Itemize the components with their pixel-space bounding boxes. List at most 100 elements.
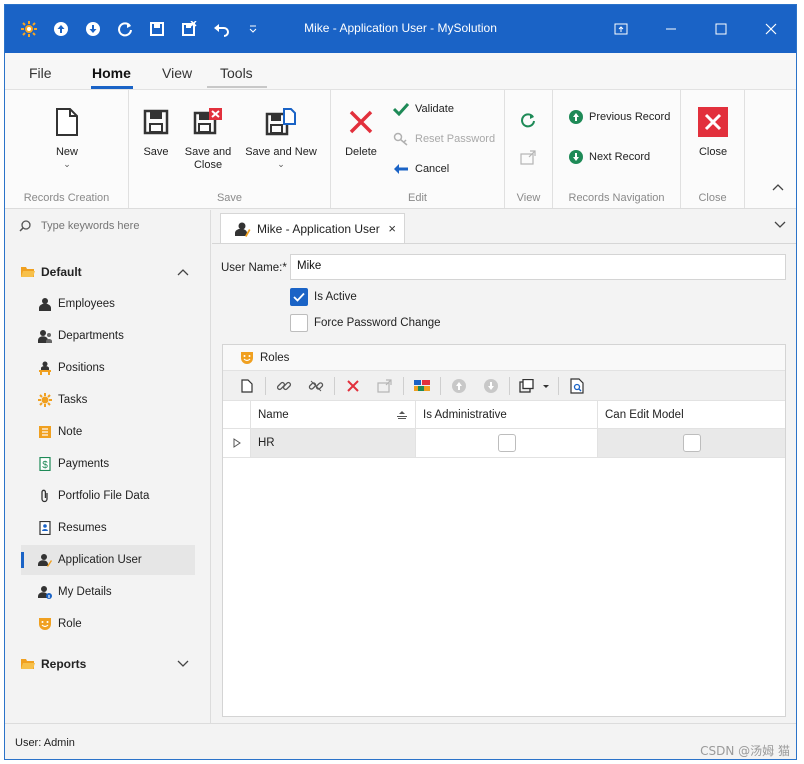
user-name-field[interactable]: Mike [290,254,786,280]
folder-open-icon [21,267,35,277]
delete-button[interactable]: Delete [341,104,381,159]
is-administrative-checkbox[interactable] [497,434,516,452]
sidebar-item-departments[interactable]: Departments [21,321,195,351]
tab-home[interactable]: Home [92,65,131,81]
save-label: Save [143,146,169,158]
restore-layout-icon[interactable] [596,5,646,53]
close-window-icon[interactable] [746,5,796,53]
search-input[interactable] [41,220,191,232]
sidebar-item-label: Positions [58,362,105,374]
force-password-change-checkbox[interactable]: Force Password Change [290,314,441,332]
save-and-new-dropdown-icon[interactable]: ⌄ [243,159,319,170]
current-user-status: User: Admin [15,737,75,749]
column-header-can-edit-model[interactable]: Can Edit Model [598,401,785,428]
previous-record-icon [569,110,583,124]
sidebar-item-label: Departments [58,330,124,342]
save-and-new-button[interactable]: Save and New ⌄ [243,104,319,170]
tab-view[interactable]: View [162,65,192,81]
active-item-indicator [21,552,24,568]
nav-group-reports[interactable]: Reports [21,657,86,671]
next-record-button[interactable]: Next Record [569,150,650,164]
previous-record-button[interactable]: Previous Record [569,110,670,124]
move-up-icon[interactable] [443,372,475,400]
table-row[interactable]: HR [223,429,785,458]
tab-strip-border [212,243,796,244]
column-header-is-administrative[interactable]: Is Administrative [416,401,598,428]
sidebar-item-note[interactable]: Note [21,417,195,447]
department-icon [38,329,52,343]
new-label: New [55,146,78,158]
note-icon [38,425,52,439]
sidebar-item-portfolio-file-data[interactable]: Portfolio File Data [21,481,195,511]
group-by-icon[interactable] [406,372,438,400]
user-name-label: User Name:* [221,262,287,274]
maximize-icon[interactable] [696,5,746,53]
close-button[interactable]: Close [693,104,733,159]
save-and-close-button[interactable]: Save and Close [183,104,233,172]
document-tab[interactable]: Mike - Application User × [220,213,405,243]
move-down-icon[interactable] [475,372,507,400]
sidebar-item-tasks[interactable]: Tasks [21,385,195,415]
key-icon [393,132,408,146]
tab-tools[interactable]: Tools [220,65,253,81]
toolbar-separator [440,376,441,395]
save-button[interactable]: Save [139,104,173,159]
cell-can-edit-model[interactable] [598,429,785,457]
task-icon [38,393,52,407]
sidebar-item-application-user[interactable]: Application User [21,545,195,575]
delete-role-icon[interactable] [337,372,369,400]
reset-password-button[interactable]: Reset Password [393,132,495,146]
show-in-popup-role-icon[interactable] [369,372,401,400]
sidebar-item-resumes[interactable]: Resumes [21,513,195,543]
cell-name[interactable]: HR [251,429,416,457]
sidebar-item-employees[interactable]: Employees [21,289,195,319]
new-button[interactable]: New ⌄ [41,104,93,170]
is-active-checkbox[interactable]: Is Active [290,288,357,306]
delete-label: Delete [345,146,377,158]
svg-text:$: $ [42,460,48,471]
sidebar-item-positions[interactable]: Positions [21,353,195,383]
print-preview-icon[interactable] [561,372,593,400]
navigation-sidebar: Default Employees Departments Positions … [5,210,211,723]
refresh-icon[interactable] [520,112,536,131]
column-header-name[interactable]: Name [251,401,416,428]
minimize-icon[interactable] [646,5,696,53]
next-record-label: Next Record [589,151,651,163]
can-edit-model-checkbox[interactable] [682,434,701,452]
row-expand-icon[interactable] [223,429,251,457]
link-icon[interactable] [268,372,300,400]
paperclip-icon [38,489,52,503]
toolbar-separator [558,376,559,395]
export-icon[interactable] [512,372,556,400]
resume-icon [38,521,52,535]
sidebar-item-label: Tasks [58,394,88,406]
tab-list-dropdown-icon[interactable] [774,220,786,232]
sidebar-item-my-details[interactable]: My Details [21,577,195,607]
toolbar-separator [403,376,404,395]
save-and-close-label-line1: Save and [184,146,232,158]
cell-is-administrative[interactable] [416,429,598,457]
sidebar-item-payments[interactable]: $ Payments [21,449,195,479]
collapse-default-group-icon[interactable] [177,265,189,279]
close-tab-icon[interactable]: × [388,221,396,236]
close-group-label: Close [698,192,727,204]
application-user-icon [235,222,251,237]
unlink-icon[interactable] [300,372,332,400]
nav-group-default[interactable]: Default [21,265,82,279]
payment-icon: $ [38,457,52,471]
is-active-check-box[interactable] [290,288,308,306]
tab-file[interactable]: File [29,65,52,81]
show-in-popup-icon[interactable] [520,150,536,169]
new-role-icon[interactable] [231,372,263,400]
cancel-button[interactable]: Cancel [393,162,449,176]
expand-reports-group-icon[interactable] [177,657,189,671]
detail-view: Mike - Application User × User Name:* Mi… [212,210,796,723]
collapse-ribbon-icon[interactable] [772,182,784,194]
validate-button[interactable]: Validate [393,102,454,116]
new-dropdown-icon[interactable]: ⌄ [41,159,93,170]
force-password-change-check-box[interactable] [290,314,308,332]
ribbon-group-view: View [505,90,553,208]
cancel-label: Cancel [415,163,450,175]
force-password-change-label: Force Password Change [314,317,441,329]
sidebar-item-role[interactable]: Role [21,609,195,639]
